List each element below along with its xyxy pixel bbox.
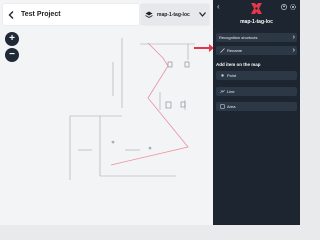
add-area-button[interactable]: Area xyxy=(216,102,297,111)
area-label: Area xyxy=(227,104,236,109)
panel-toolbar: ‹ xyxy=(213,0,300,16)
layers-icon xyxy=(141,11,157,19)
side-panel: ‹ map-1-tag-loc Recognition shortcuts › … xyxy=(213,0,300,225)
line-label: Line xyxy=(227,89,235,94)
map-selector-label: map-1-tag-loc xyxy=(157,11,190,18)
route-line xyxy=(110,42,189,166)
chevron-left-icon xyxy=(8,10,14,19)
map-canvas[interactable] xyxy=(0,0,213,225)
rename-button[interactable]: Rename › xyxy=(216,46,297,55)
chevron-right-icon: › xyxy=(292,47,295,54)
point-label: Point xyxy=(227,73,237,78)
app-logo xyxy=(250,2,263,20)
point-icon xyxy=(218,73,226,78)
area-icon xyxy=(218,104,226,109)
room-markers xyxy=(111,61,190,150)
add-line-button[interactable]: Line xyxy=(216,87,297,96)
line-icon xyxy=(218,89,226,94)
project-title: Test Project xyxy=(21,11,61,18)
zoom-in-button[interactable]: + xyxy=(5,32,19,46)
edit-icon xyxy=(218,48,226,53)
chevron-right-icon: › xyxy=(292,34,295,41)
settings-icon[interactable] xyxy=(290,4,296,10)
chevron-down-icon xyxy=(195,12,209,17)
recognition-shortcuts-label: Recognition shortcuts xyxy=(219,35,258,40)
rename-label: Rename xyxy=(227,48,243,53)
map-selector[interactable]: map-1-tag-loc xyxy=(141,4,209,25)
zoom-out-button[interactable]: − xyxy=(5,48,19,62)
add-point-button[interactable]: Point xyxy=(216,71,297,80)
map-drawing xyxy=(69,38,213,180)
account-icon[interactable] xyxy=(281,4,287,10)
floor-plan xyxy=(69,38,195,180)
app-root: Test Project map-1-tag-loc + − ‹ map-1-t… xyxy=(0,0,300,225)
add-item-section-title: Add item on the map xyxy=(216,62,261,67)
panel-back-button[interactable]: ‹ xyxy=(217,2,220,11)
recognition-shortcuts-button[interactable]: Recognition shortcuts › xyxy=(216,33,297,42)
panel-icons xyxy=(281,4,296,10)
project-header: Test Project xyxy=(3,4,139,25)
back-button[interactable] xyxy=(3,4,19,25)
red-arrow-indicator xyxy=(194,44,213,52)
